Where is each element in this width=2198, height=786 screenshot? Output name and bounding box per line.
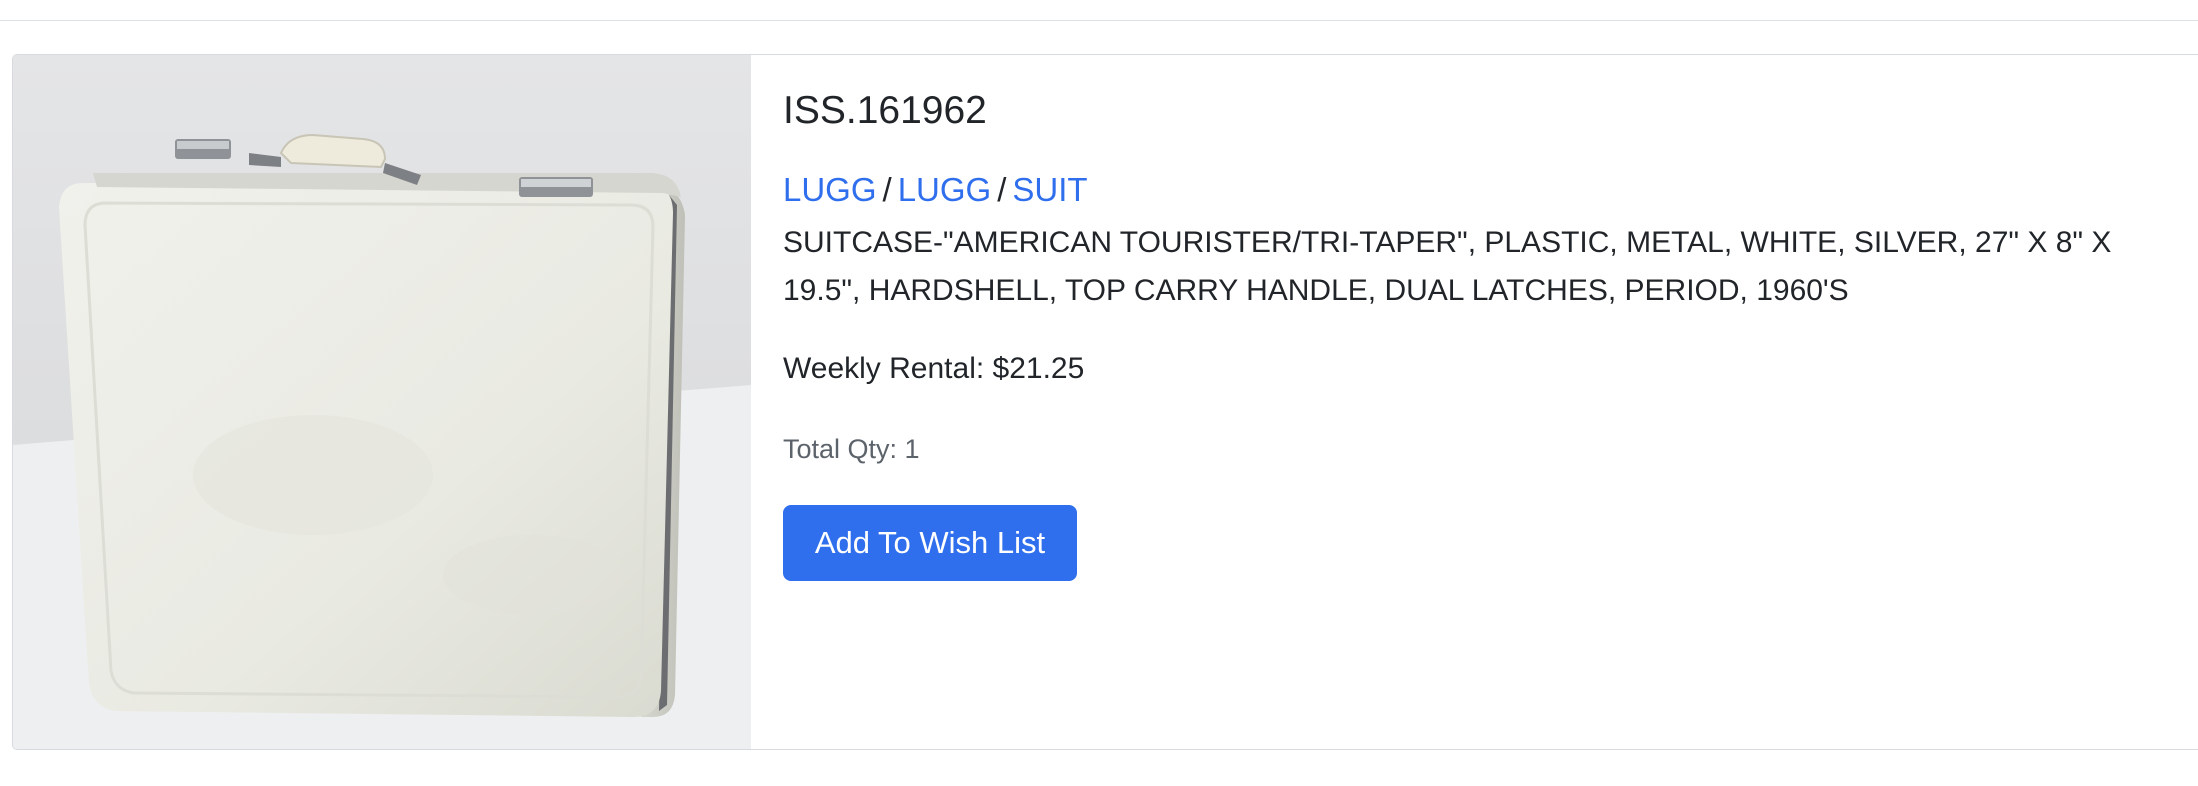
breadcrumb-link-type[interactable]: SUIT (1012, 171, 1087, 208)
total-quantity: Total Qty: 1 (783, 434, 920, 464)
item-id: ISS.161962 (783, 89, 987, 132)
add-to-wish-list-button[interactable]: Add To Wish List (783, 505, 1077, 581)
breadcrumb-link-subcategory[interactable]: LUGG (898, 171, 992, 208)
category-breadcrumb: LUGG / LUGG / SUIT (783, 169, 1088, 211)
item-photo[interactable] (13, 55, 751, 749)
breadcrumb-separator: / (997, 171, 1007, 208)
breadcrumb-separator: / (882, 171, 892, 208)
item-card: ISS.161962 LUGG / LUGG / SUIT SUITCASE-"AMER… (12, 54, 2198, 750)
weekly-rental-price: Weekly Rental: $21.25 (783, 352, 1085, 385)
header-divider (0, 20, 2198, 21)
suitcase-photo-icon (13, 55, 751, 749)
breadcrumb-link-category[interactable]: LUGG (783, 171, 877, 208)
item-description: SUITCASE-"AMERICAN TOURISTER/TRI-TAPER",… (783, 226, 2112, 307)
